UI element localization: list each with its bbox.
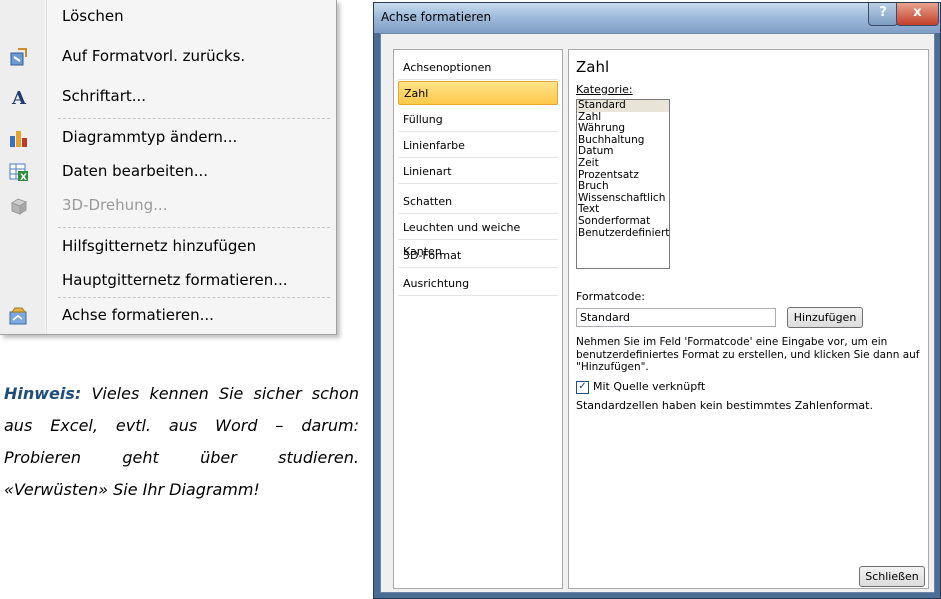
standard-note: Standardzellen haben kein bestimmtes Zah…: [576, 399, 873, 412]
svg-text:A: A: [11, 88, 27, 107]
linked-checkbox[interactable]: ✓: [576, 381, 589, 394]
menu-item-label: Achse formatieren...: [62, 306, 214, 324]
nav-item-achsenoptionen[interactable]: Achsenoptionen: [398, 56, 558, 80]
font-icon: A: [8, 87, 30, 109]
linked-checkbox-label[interactable]: Mit Quelle verknüpft: [593, 380, 705, 393]
svg-text:X: X: [20, 173, 27, 182]
menu-item-label: Diagrammtyp ändern...: [62, 128, 238, 146]
list-item[interactable]: Bruch: [577, 181, 669, 193]
menu-item-font[interactable]: A Schriftart...: [0, 80, 335, 114]
chart-type-icon: [8, 128, 30, 148]
category-nav: Achsenoptionen Zahl Füllung Linienfarbe …: [393, 49, 563, 589]
menu-item-label: Hauptgitternetz formatieren...: [62, 271, 288, 289]
menu-item-format-major-gridlines[interactable]: Hauptgitternetz formatieren...: [0, 264, 335, 298]
menu-separator: [58, 227, 330, 228]
menu-item-3d-rotation[interactable]: 3D-Drehung...: [0, 189, 335, 223]
3d-rotation-icon: [8, 196, 30, 216]
help-button[interactable]: ?: [868, 3, 898, 26]
nav-item-3d-format[interactable]: 3D-Format: [398, 244, 558, 268]
format-axis-icon: [8, 306, 30, 326]
edit-data-icon: X: [8, 162, 30, 183]
menu-item-label: Schriftart...: [62, 87, 147, 105]
close-button[interactable]: Schließen: [859, 566, 925, 587]
kategorie-label: Kategorie:: [576, 83, 633, 96]
formatcode-description: Nehmen Sie im Feld 'Formatcode' eine Ein…: [576, 336, 920, 373]
dialog-titlebar[interactable]: Achse formatieren ? x: [374, 3, 940, 33]
add-button[interactable]: Hinzufügen: [787, 307, 863, 328]
formatcode-input[interactable]: Standard: [576, 308, 776, 327]
list-item[interactable]: Sonderformat: [577, 215, 669, 228]
formatcode-label: Formatcode:: [576, 290, 645, 303]
menu-separator: [58, 118, 330, 119]
nav-item-schatten[interactable]: Schatten: [398, 190, 558, 214]
nav-item-zahl[interactable]: Zahl: [398, 81, 558, 105]
menu-item-format-axis[interactable]: Achse formatieren...: [0, 299, 335, 333]
context-menu: Löschen Auf Formatvorl. zurücks. A Schri…: [0, 0, 337, 335]
menu-item-reset-style[interactable]: Auf Formatvorl. zurücks.: [0, 40, 335, 74]
list-item[interactable]: Benutzerdefiniert: [577, 227, 669, 240]
menu-item-change-chart-type[interactable]: Diagrammtyp ändern...: [0, 121, 335, 155]
menu-item-label: Daten bearbeiten...: [62, 162, 209, 180]
menu-item-label: 3D-Drehung...: [62, 196, 168, 214]
menu-item-label: Löschen: [62, 7, 124, 25]
nav-item-fuellung[interactable]: Füllung: [398, 108, 558, 132]
close-icon[interactable]: x: [896, 3, 939, 26]
nav-item-linienfarbe[interactable]: Linienfarbe: [398, 134, 558, 158]
panel-title: Zahl: [576, 58, 610, 76]
menu-item-label: Hilfsgitternetz hinzufügen: [62, 237, 257, 255]
list-item[interactable]: Standard: [577, 99, 669, 112]
reset-style-icon: [8, 47, 30, 67]
category-listbox[interactable]: Standard Zahl Währung Buchhaltung Datum …: [576, 99, 670, 269]
dialog-client-area: Achsenoptionen Zahl Füllung Linienfarbe …: [380, 33, 935, 593]
menu-item-loeschen[interactable]: Löschen: [0, 0, 335, 34]
list-item[interactable]: Zeit: [577, 157, 669, 170]
menu-item-add-minor-gridlines[interactable]: Hilfsgitternetz hinzufügen: [0, 230, 335, 264]
menu-item-edit-data[interactable]: X Daten bearbeiten...: [0, 155, 335, 189]
nav-item-ausrichtung[interactable]: Ausrichtung: [398, 272, 558, 296]
format-axis-dialog: Achse formatieren ? x Achsenoptionen Zah…: [373, 2, 941, 599]
menu-item-label: Auf Formatvorl. zurücks.: [62, 47, 246, 65]
hint-label: Hinweis:: [4, 384, 82, 403]
menu-separator: [58, 297, 330, 298]
dialog-title: Achse formatieren: [381, 10, 492, 24]
hint-paragraph: Hinweis: Vieles kennen Sie sicher schon …: [4, 378, 359, 506]
number-panel: Zahl Kategorie: Standard Zahl Währung Bu…: [568, 49, 929, 589]
nav-item-linienart[interactable]: Linienart: [398, 160, 558, 184]
nav-item-leuchten[interactable]: Leuchten und weiche Kanten: [398, 216, 558, 258]
